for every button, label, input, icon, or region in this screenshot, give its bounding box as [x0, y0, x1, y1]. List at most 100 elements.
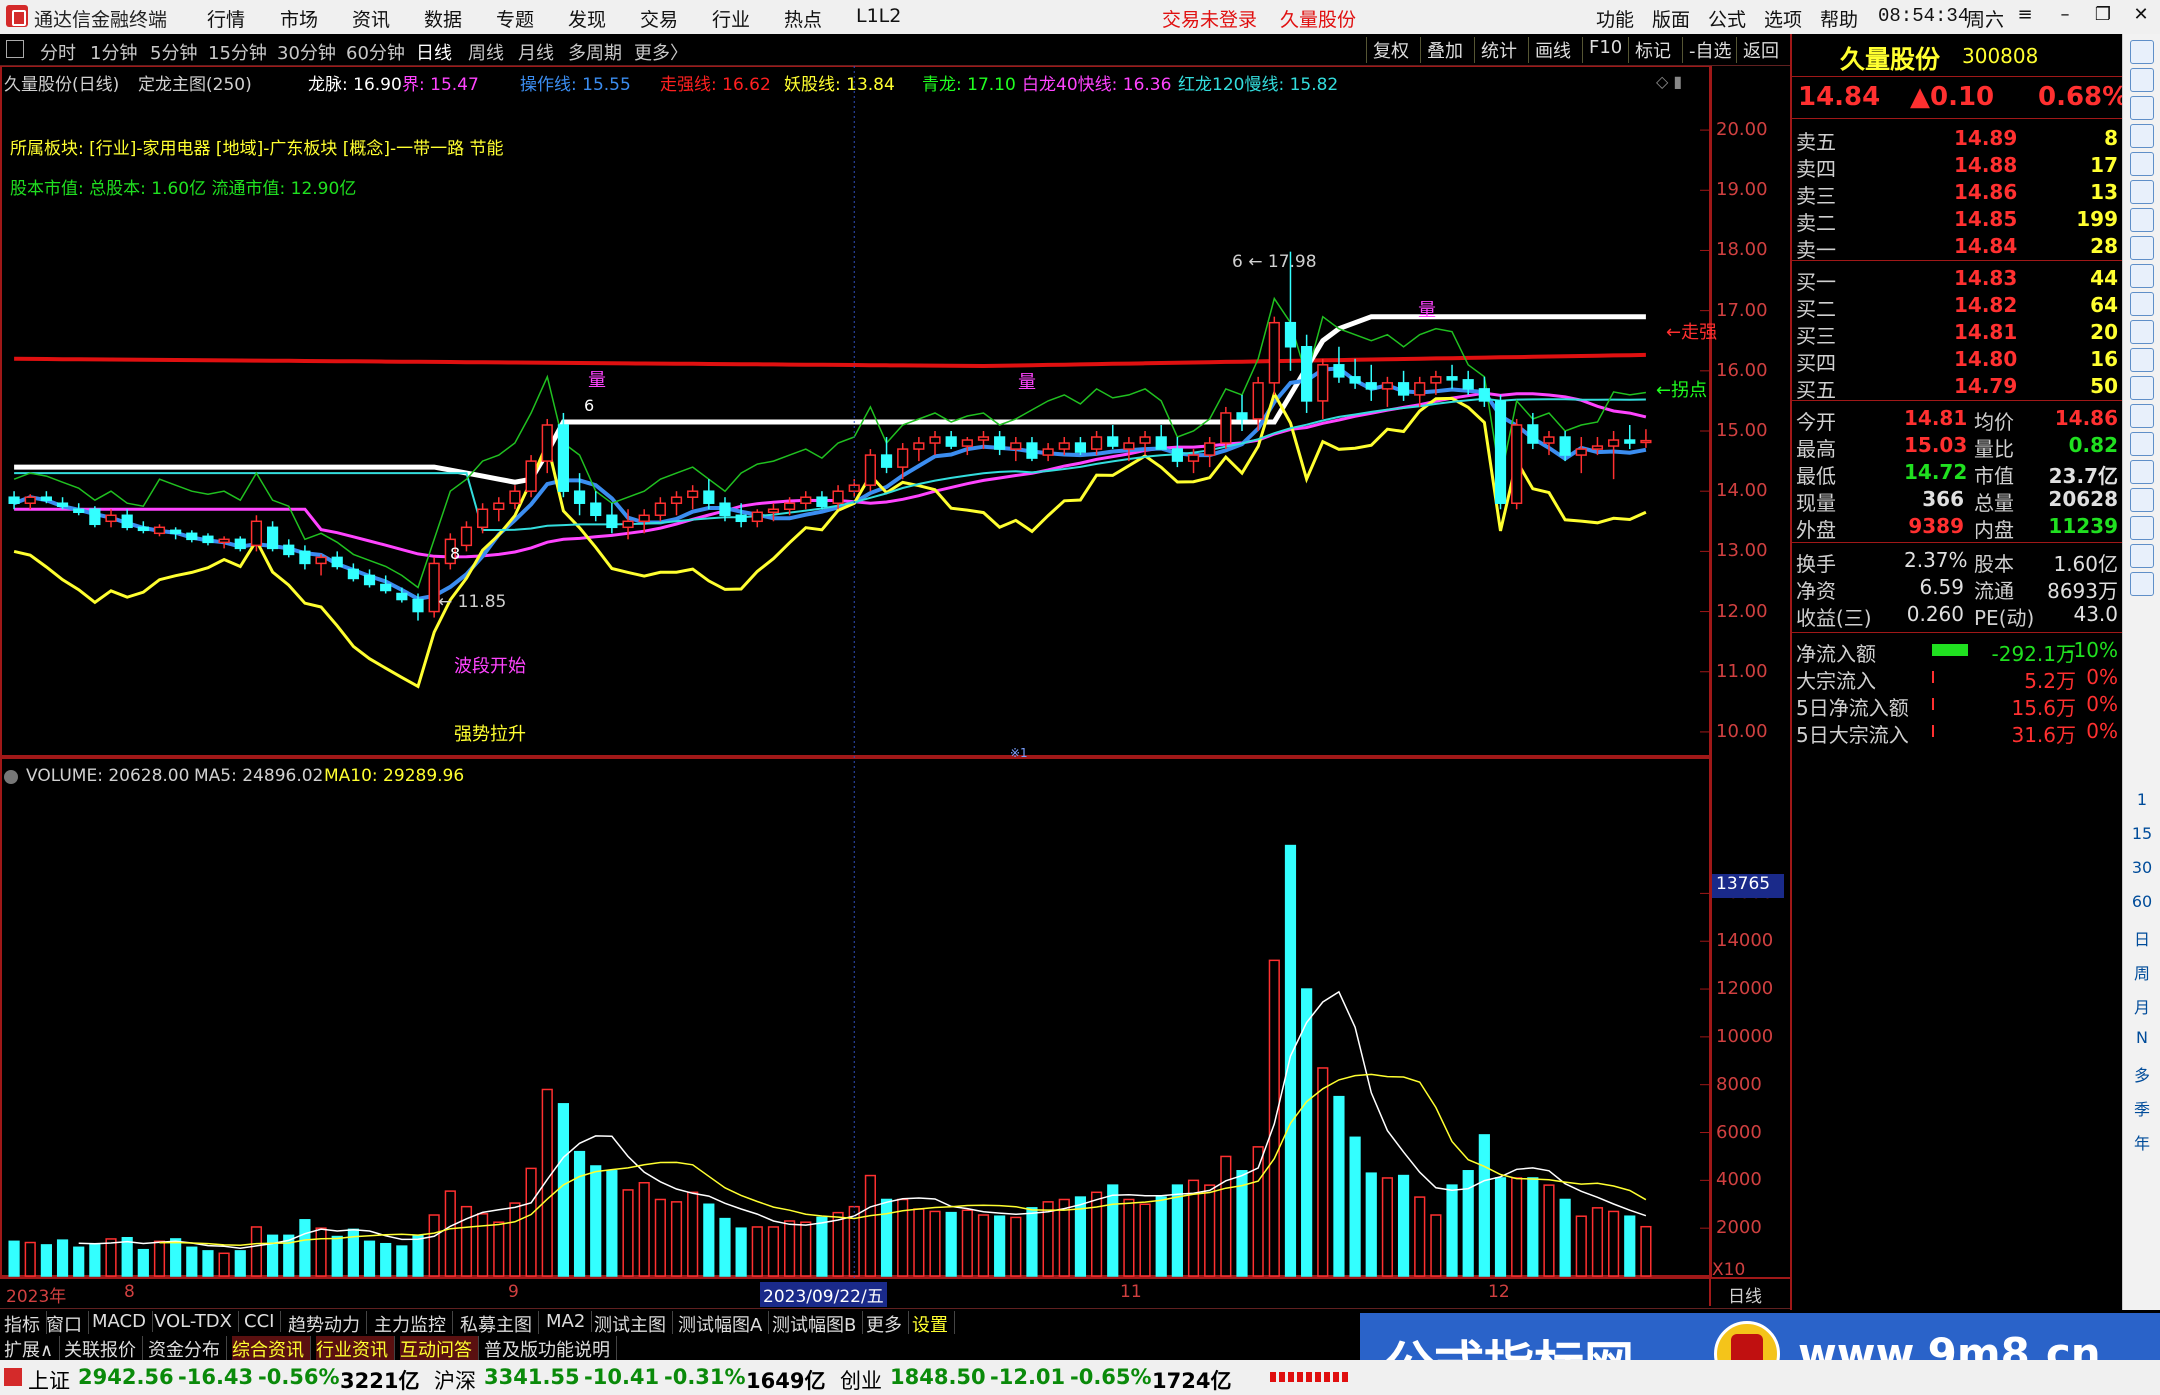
arrow-up-outline-icon[interactable] [2130, 68, 2154, 92]
volume-bar[interactable] [1414, 1196, 1426, 1277]
candle-body[interactable] [913, 442, 925, 450]
candle-body[interactable] [1252, 382, 1264, 420]
list-icon[interactable] [2130, 236, 2154, 260]
lock-icon[interactable] [2130, 404, 2154, 428]
volume-bar[interactable] [1608, 1210, 1620, 1277]
chart-area[interactable]: 久量股份(日线) 定龙主图(250) 龙脉: 16.90 界: 15.47 操作… [0, 66, 1790, 1310]
index-name[interactable]: 创业 [840, 1365, 882, 1395]
menu-industry[interactable]: 行业 [712, 5, 750, 32]
candle-body[interactable] [331, 556, 343, 568]
candle-body[interactable] [1624, 439, 1636, 444]
candle-body[interactable] [784, 502, 796, 510]
ask-row[interactable]: 卖一 14.84 28 [1792, 232, 2122, 262]
candle-body[interactable] [1333, 364, 1345, 378]
tab-timeshare[interactable]: 分时 [40, 39, 76, 65]
strip-period-button[interactable]: 1 [2123, 790, 2160, 809]
candle-body[interactable] [767, 508, 780, 514]
candle-body[interactable] [1381, 382, 1394, 390]
indicator-tab[interactable]: CCI [244, 1311, 282, 1332]
candle-body[interactable] [1058, 442, 1070, 450]
strip-period-button[interactable]: 日 [2123, 926, 2160, 950]
candle-body[interactable] [1559, 436, 1571, 456]
candle-body[interactable] [1591, 445, 1604, 450]
volume-bar[interactable] [1494, 1177, 1507, 1277]
info-tab[interactable]: 扩展∧ [4, 1336, 61, 1362]
candle-body[interactable] [1365, 382, 1377, 390]
candle-body[interactable] [202, 535, 214, 544]
candle-body[interactable] [250, 520, 263, 547]
volume-bar[interactable] [1284, 844, 1297, 1277]
indicator-tab[interactable]: MACD [92, 1311, 153, 1332]
volume-bar[interactable] [315, 1227, 327, 1277]
strip-period-button[interactable]: 季 [2123, 1096, 2160, 1120]
volume-bar[interactable] [1640, 1225, 1652, 1277]
volume-bar[interactable] [1333, 1095, 1345, 1277]
bar-chart-icon[interactable] [2130, 208, 2154, 232]
candle-body[interactable] [573, 490, 586, 504]
adjust-button[interactable]: 复权 [1366, 37, 1415, 63]
volume-bar[interactable] [40, 1244, 52, 1277]
candle-body[interactable] [638, 514, 650, 523]
panel-toggle-icon[interactable] [6, 40, 24, 58]
volume-bar[interactable] [1397, 1174, 1410, 1277]
volume-bar[interactable] [1381, 1177, 1394, 1277]
candle-body[interactable] [315, 556, 327, 565]
restore-icon[interactable]: ❐ [2088, 4, 2118, 30]
volume-bar[interactable] [153, 1240, 166, 1277]
candle-body[interactable] [687, 490, 699, 498]
candle-body[interactable] [1123, 442, 1135, 450]
volume-bar[interactable] [913, 1208, 925, 1277]
volume-bar[interactable] [557, 1103, 570, 1277]
volume-bar[interactable] [1478, 1134, 1490, 1277]
candle-body[interactable] [1236, 412, 1248, 420]
volume-bar[interactable] [56, 1239, 69, 1277]
strip-period-button[interactable]: 周 [2123, 960, 2160, 984]
candle-body[interactable] [1575, 448, 1587, 456]
volume-bar[interactable] [1042, 1201, 1054, 1277]
menu-hot[interactable]: 热点 [784, 5, 822, 32]
volume-bar[interactable] [380, 1242, 392, 1277]
volume-bar[interactable] [1090, 1191, 1103, 1277]
info-tab[interactable]: 关联报价 [64, 1336, 143, 1362]
candle-body[interactable] [622, 520, 634, 529]
table-icon[interactable] [2130, 124, 2154, 148]
volume-bar[interactable] [606, 1170, 618, 1277]
volume-bar[interactable] [1107, 1184, 1119, 1277]
candle-body[interactable] [1608, 439, 1620, 447]
menu-discover[interactable]: 发现 [568, 5, 606, 32]
volume-bar[interactable] [477, 1213, 489, 1277]
candle-body[interactable] [816, 496, 828, 507]
strip-period-button[interactable]: 月 [2123, 994, 2160, 1018]
candle-body[interactable] [1349, 376, 1361, 384]
candle-body[interactable] [1026, 442, 1038, 459]
mark-button[interactable]: 标记 [1628, 37, 1677, 63]
volume-bar[interactable] [767, 1226, 780, 1277]
volume-bar[interactable] [1559, 1198, 1571, 1277]
candle-body[interactable] [977, 436, 990, 441]
volume-bar[interactable] [1204, 1184, 1216, 1277]
volume-bar[interactable] [1349, 1136, 1361, 1277]
finance-icon[interactable] [2130, 264, 2154, 288]
candle-body[interactable] [234, 538, 246, 550]
candle-body[interactable] [1462, 379, 1474, 390]
candle-body[interactable] [1317, 364, 1329, 402]
candle-body[interactable] [283, 544, 295, 556]
info-tab[interactable]: 互动问答 [400, 1336, 479, 1362]
candle-body[interactable] [73, 508, 85, 514]
candle-body[interactable] [1397, 382, 1410, 396]
menu-quotes[interactable]: 行情 [207, 5, 245, 32]
volume-bar[interactable] [1575, 1215, 1587, 1277]
candle-body[interactable] [24, 496, 36, 504]
tab-multi-period[interactable]: 多周期 [568, 39, 622, 65]
fz-icon[interactable] [2130, 348, 2154, 372]
candle-body[interactable] [412, 598, 424, 613]
strip-period-button[interactable]: N [2123, 1028, 2160, 1047]
indicator-tab[interactable]: MA2 [546, 1311, 593, 1332]
volume-bar[interactable] [525, 1167, 537, 1277]
volume-bar[interactable] [396, 1245, 408, 1277]
candle-body[interactable] [1543, 436, 1555, 444]
candle-body[interactable] [1640, 439, 1652, 444]
volume-bar[interactable] [331, 1235, 343, 1277]
candle-body[interactable] [1430, 376, 1442, 384]
candle-body[interactable] [56, 502, 69, 507]
